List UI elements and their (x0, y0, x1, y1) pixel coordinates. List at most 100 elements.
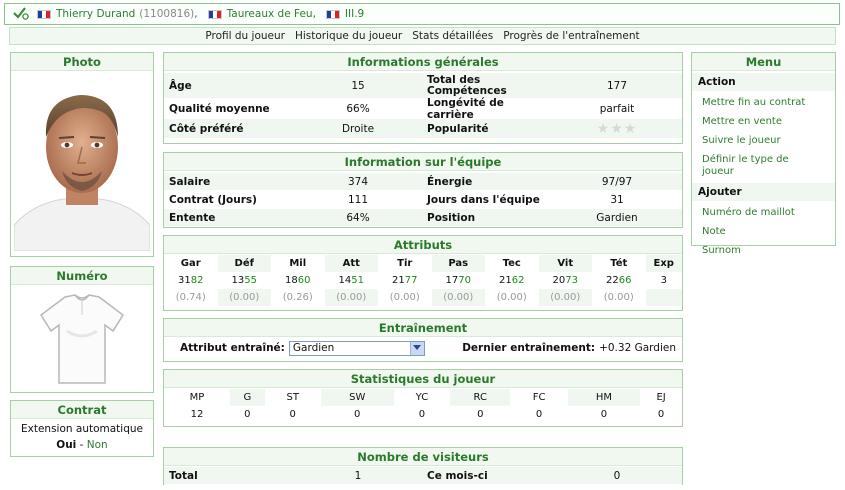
attribute-delta: (0.00) (496, 292, 527, 303)
menu-nickname[interactable]: Surnom (692, 243, 835, 259)
popularity-stars-icon: ★★★ (596, 120, 638, 137)
career-longevity-value: parfait (599, 102, 635, 115)
attribute-current: 60 (297, 275, 311, 286)
attribute-value: 3182 (164, 272, 218, 289)
attribute-current: 73 (565, 275, 578, 286)
attribute-base: 13 (231, 275, 245, 286)
team-info-title: Information sur l'équipe (164, 153, 682, 171)
training-title: Entraînement (164, 319, 682, 337)
info-row: Entente 64% Position Gardien (164, 209, 682, 227)
photo-title: Photo (11, 53, 153, 71)
stat-header: SW (320, 389, 394, 406)
menu-jersey-number[interactable]: Numéro de maillot (692, 203, 835, 224)
stat-value: 0 (535, 409, 543, 420)
stat-value: 0 (600, 409, 608, 420)
attribute-delta: (0.26) (282, 292, 313, 303)
attribute-value: 2177 (378, 272, 432, 289)
number-title: Numéro (11, 267, 153, 285)
attribute-base: 20 (552, 275, 566, 286)
attribute-header: Exp (645, 255, 682, 272)
attributes-title: Attributs (164, 236, 682, 254)
player-photo (13, 75, 151, 252)
stat-header: YC (415, 392, 429, 403)
attribute-base: 22 (606, 275, 619, 286)
attribute-base: 21 (392, 275, 405, 286)
attribute-delta: (0.00) (324, 289, 378, 306)
contract-days-label: Contrat (Jours) (169, 193, 257, 206)
visitors-panel: Nombre de visiteurs Total 1 Ce mois-ci 0 (163, 447, 683, 485)
attribute-delta: (0.00) (603, 292, 634, 303)
chevron-down-icon[interactable] (409, 341, 424, 355)
popularity-label: Popularité (427, 122, 489, 135)
chemistry-value: 64% (346, 211, 370, 224)
training-panel: Entraînement Attribut entraîné: Gardien … (163, 318, 683, 362)
player-stats-table: MP G ST SW YC RC FC HM EJ 12 0 0 0 0 0 0 0 0 (164, 389, 682, 423)
visitors-row: Total 1 Ce mois-ci 0 (164, 467, 682, 485)
general-info-title: Informations générales (164, 53, 682, 71)
attribute-current: 70 (458, 275, 471, 286)
attribute-header: Gar (180, 258, 201, 269)
nav-profile[interactable]: Profil du joueur (205, 30, 285, 42)
auto-extension-label: Extension automatique (21, 423, 143, 435)
menu-put-on-sale[interactable]: Mettre en vente (692, 114, 835, 133)
attribute-header: Pas (431, 255, 485, 272)
stat-value: 12 (190, 409, 204, 420)
attribute-value: 1451 (325, 272, 379, 289)
preferred-side-label: Côté préféré (169, 122, 244, 135)
nav-training-progress[interactable]: Progrès de l'entraînement (503, 30, 639, 42)
attribute-value: 2266 (592, 272, 646, 289)
team-info-panel: Information sur l'équipe Salaire 374 Éne… (163, 152, 683, 228)
nav-detailed-stats[interactable]: Stats détaillées (412, 30, 493, 42)
auto-extension-yes[interactable]: Oui (56, 439, 76, 451)
menu-set-player-type[interactable]: Définir le type de joueur (692, 152, 812, 183)
player-status-icon (13, 6, 29, 23)
attribute-header: Tir (397, 258, 413, 269)
stat-header: EJ (656, 392, 666, 403)
position-value: Gardien (596, 211, 638, 224)
attribute-header: Vit (538, 255, 592, 272)
info-row: Salaire 374 Énergie 97/97 (164, 173, 682, 191)
avg-quality-value: 66% (346, 102, 370, 115)
attribute-delta: (0.00) (431, 289, 485, 306)
attribute-header: Att (324, 255, 378, 272)
stat-value: 0 (244, 409, 251, 420)
visitors-title: Nombre de visiteurs (164, 448, 682, 466)
stat-value: 0 (477, 409, 484, 420)
attribute-value: 1355 (218, 272, 272, 289)
team-link[interactable]: Taureaux de Feu (227, 8, 313, 20)
attribute-current: 62 (511, 275, 525, 286)
menu-follow-player[interactable]: Suivre le joueur (692, 133, 835, 152)
attribute-header: Déf (217, 255, 271, 272)
attribute-base: 31 (178, 275, 191, 286)
menu-note[interactable]: Note (692, 224, 835, 243)
contract-days-value: 111 (347, 193, 369, 206)
total-skills-label: Total des Compétences (427, 73, 507, 97)
attribute-delta: (0.74) (175, 292, 206, 303)
days-in-team-value: 31 (610, 193, 624, 206)
menu-add-heading: Ajouter (692, 183, 835, 201)
attributes-table: Gar Déf Mil Att Tir Pas Tec Vit Tét Exp 3182 1355 1… (164, 255, 682, 306)
menu-title: Menu (692, 53, 835, 71)
attribute-current: 51 (351, 275, 364, 286)
menu-end-contract[interactable]: Mettre fin au contrat (692, 93, 835, 114)
france-flag-icon (37, 9, 51, 19)
attribute-delta: (0.00) (217, 289, 271, 306)
attribute-value: 3 (646, 272, 683, 289)
visitors-total-value: 1 (354, 469, 362, 482)
stat-header: HM (567, 389, 641, 406)
attribute-current: 82 (190, 275, 204, 286)
stat-header: FC (532, 392, 546, 403)
france-flag-icon (207, 9, 222, 19)
info-row: Âge 15 Total des Compétences 177 (164, 73, 682, 99)
menu-panel: Menu Action Mettre fin au contrat Mettre… (691, 52, 836, 256)
contract-panel: Contrat Extension automatique Oui - Non (10, 400, 154, 457)
info-row: Contrat (Jours) 111 Jours dans l'équipe … (164, 191, 682, 209)
auto-extension-no[interactable]: Non (87, 439, 108, 451)
trained-attribute-select[interactable]: Gardien (288, 340, 425, 356)
attribute-base: 17 (445, 275, 459, 286)
nav-history[interactable]: Historique du joueur (295, 30, 402, 42)
player-name-link[interactable]: Thierry Durand (56, 8, 135, 20)
attribute-delta: (0.00) (538, 289, 592, 306)
league-link[interactable]: III.9 (345, 8, 364, 20)
last-training-value: +0.32 Gardien (599, 342, 676, 354)
